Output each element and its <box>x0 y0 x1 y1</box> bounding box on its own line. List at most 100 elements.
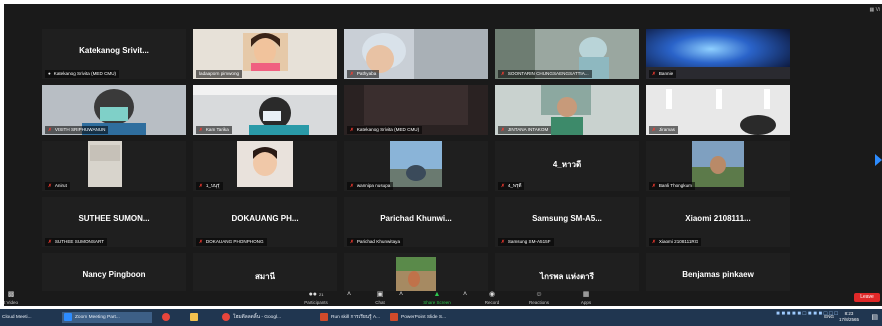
participant-tile[interactable]: ✗ Katekanog Srivita (MED CMU) <box>344 85 488 135</box>
participant-label: ✗ Kam Tarika <box>196 126 232 134</box>
mic-muted-icon: ✗ <box>501 71 505 76</box>
powerpoint-icon <box>320 312 328 321</box>
system-tray: ■ ■ ■ ■ ■ □ ■ ■ ■ □ □ □ ENG 8:23 17/8/256… <box>776 311 878 324</box>
participant-label: ✗ Parichad Khunwitaya <box>347 238 404 246</box>
participant-video-image <box>243 33 288 71</box>
participant-tile[interactable]: Samsung SM-A5... ✗ Samsung SM-A515F <box>495 197 639 247</box>
participant-tile[interactable]: ✗ SOONTARIN CHUNGSAENGSATTIA... <box>495 29 639 79</box>
participant-name: Katekanog Srivit... <box>79 46 149 55</box>
participant-tile[interactable]: ✗ Jiramas <box>646 85 790 135</box>
participants-icon: ●● 21 <box>308 291 324 298</box>
taskbar-item-chrome[interactable] <box>160 312 176 323</box>
participant-tile[interactable]: ✗ Kam Tarika <box>193 85 337 135</box>
participant-label: ✗ SOONTARIN CHUNGSAENGSATTIA... <box>498 70 592 78</box>
participant-tile[interactable]: Xiaomi 2108111... ✗ Xiaomi 2108111RG <box>646 197 790 247</box>
leave-button[interactable]: Leave <box>854 293 880 302</box>
participant-label: ✗ Pathyaba <box>347 70 380 78</box>
participants-menu-button[interactable]: ˄ <box>344 291 354 300</box>
participant-label: ✗ Samsung SM-A515F <box>498 238 554 246</box>
participant-tile[interactable]: Katekanog Srivit... ● Katekanog Srivita (… <box>42 29 186 79</box>
chat-menu-button[interactable]: ˄ <box>396 291 406 300</box>
participant-tile[interactable]: SUTHEE SUMON... ✗ SUTHEE SUMONSART <box>42 197 186 247</box>
participant-label: ✗ JINTANA INTAKOM <box>498 126 552 134</box>
participant-name: 4_หาวดี <box>552 160 582 169</box>
participant-label: ✗ Xiaomi 2108111RG <box>649 238 702 246</box>
share-screen-button[interactable]: ▲ Share Screen <box>414 291 460 305</box>
participant-tile[interactable]: DOKAUANG PH... ✗ DOKAUANG PHONPHONG <box>193 197 337 247</box>
participants-button[interactable]: ●● 21 Participants <box>296 291 336 305</box>
mic-muted-icon: ✗ <box>652 183 656 188</box>
taskbar-item-folder[interactable] <box>188 312 204 323</box>
participant-name: DOKAUANG PH... <box>231 214 299 223</box>
share-screen-icon: ▲ <box>433 291 441 298</box>
participant-label: ● Katekanog Srivita (MED CMU) <box>45 70 120 78</box>
mic-muted-icon: ✗ <box>48 239 52 244</box>
participant-name: SUTHEE SUMON... <box>78 214 150 223</box>
windows-taskbar: Cloud Meeti... Zoom Meeting Part... โฮมด… <box>0 309 882 326</box>
mic-muted-icon: ✗ <box>48 127 52 132</box>
mic-muted-icon: ✗ <box>350 239 354 244</box>
participant-tile[interactable]: ✗ JINTANA INTAKOM <box>495 85 639 135</box>
video-camera-icon: ▩ <box>7 291 15 298</box>
taskbar-item-powerpoint[interactable]: PowerPoint Slide S... <box>388 312 470 323</box>
mic-muted-icon: ✗ <box>652 127 656 132</box>
apps-button[interactable]: ▦ Apps <box>566 291 606 305</box>
chat-button[interactable]: ▣ Chat <box>360 291 400 305</box>
mic-muted-icon: ✗ <box>501 239 505 244</box>
language-indicator[interactable]: ENG <box>824 314 834 319</box>
participant-label: ✗ wannipa nusupa <box>347 182 394 190</box>
mic-muted-icon: ✗ <box>350 127 354 132</box>
participant-tile[interactable]: ✗ VISITH SRIPHUWANUN <box>42 85 186 135</box>
share-menu-button[interactable]: ˄ <box>460 291 470 300</box>
chevron-up-icon: ˄ <box>398 291 404 298</box>
participant-name: Nancy Pingboon <box>82 270 146 279</box>
screen: ▦ Vi Katekanog Srivit... ● Katekanog Sriv… <box>0 0 882 326</box>
apps-icon: ▦ <box>582 291 590 298</box>
participant-name: Samsung SM-A5... <box>532 214 602 223</box>
participant-tile[interactable]: ✗ Banli Thongkum <box>646 141 790 191</box>
taskbar-item-run-skill[interactable]: Run skill การเรียนรู้ A... <box>318 312 386 323</box>
participant-label: ✗ 1_บนุรุ่ <box>196 182 223 190</box>
participant-label: ladaaporn pimwong <box>196 70 243 78</box>
next-page-arrow-icon[interactable] <box>875 154 882 166</box>
view-button[interactable]: ▦ Vi <box>870 7 880 13</box>
clock[interactable]: 8:23 17/8/2565 <box>836 311 862 323</box>
participant-tile[interactable]: ✗ Anirut <box>42 141 186 191</box>
start-video-button[interactable]: ▩ t Video <box>4 291 28 305</box>
chevron-up-icon: ˄ <box>462 291 468 298</box>
participant-label: ✗ Jiramas <box>649 126 678 134</box>
participant-tile-active[interactable]: ladaaporn pimwong <box>193 29 337 79</box>
participant-tile[interactable]: ✗ wannipa nusupa <box>344 141 488 191</box>
chrome-icon <box>162 312 170 321</box>
reactions-button[interactable]: ☺ Reactions <box>519 291 559 305</box>
notification-icon[interactable]: ▤ <box>871 313 878 321</box>
taskbar-item-zoom-meeting[interactable]: Zoom Meeting Part... <box>62 312 152 323</box>
mic-muted-icon: ✗ <box>652 71 656 76</box>
participant-tile[interactable]: Parichad Khunwi... ✗ Parichad Khunwitaya <box>344 197 488 247</box>
participant-name: ไกรพล แห่งตารี <box>540 272 594 281</box>
mic-muted-icon: ✗ <box>652 239 656 244</box>
participant-label: ✗ 4_พรุดี <box>498 182 525 190</box>
participant-label: ✗ Anirut <box>45 182 70 190</box>
participant-tile[interactable]: 4_หาวดี ✗ 4_พรุดี <box>495 141 639 191</box>
participant-name: สมานี <box>254 272 276 281</box>
zoom-meeting-window: ▦ Vi Katekanog Srivit... ● Katekanog Sriv… <box>4 4 882 306</box>
powerpoint-icon <box>390 312 398 321</box>
participant-label: ✗ Katekanog Srivita (MED CMU) <box>347 126 423 134</box>
participant-tile[interactable]: ✗ Pathyaba <box>344 29 488 79</box>
taskbar-item-cloud-meetings[interactable]: Cloud Meeti... <box>0 312 52 323</box>
taskbar-item-google-chrome[interactable]: โฮมดีลลดลิ้น - Googl... <box>220 312 310 323</box>
record-icon: ◉ <box>488 291 496 298</box>
chat-icon: ▣ <box>376 291 384 298</box>
participant-tile[interactable]: ✗ 1_บนุรุ่ <box>193 141 337 191</box>
mic-icon: ● <box>48 71 51 76</box>
participant-tile[interactable]: ✗ Bannie <box>646 29 790 79</box>
mic-muted-icon: ✗ <box>350 71 354 76</box>
zoom-icon <box>64 312 72 321</box>
participant-name: Parichad Khunwi... <box>380 214 452 223</box>
mic-muted-icon: ✗ <box>199 183 203 188</box>
participant-name: Benjamas pinkaew <box>682 270 754 279</box>
participant-label: ✗ VISITH SRIPHUWANUN <box>45 126 109 134</box>
mic-muted-icon: ✗ <box>48 183 52 188</box>
record-button[interactable]: ◉ Record <box>472 291 512 305</box>
